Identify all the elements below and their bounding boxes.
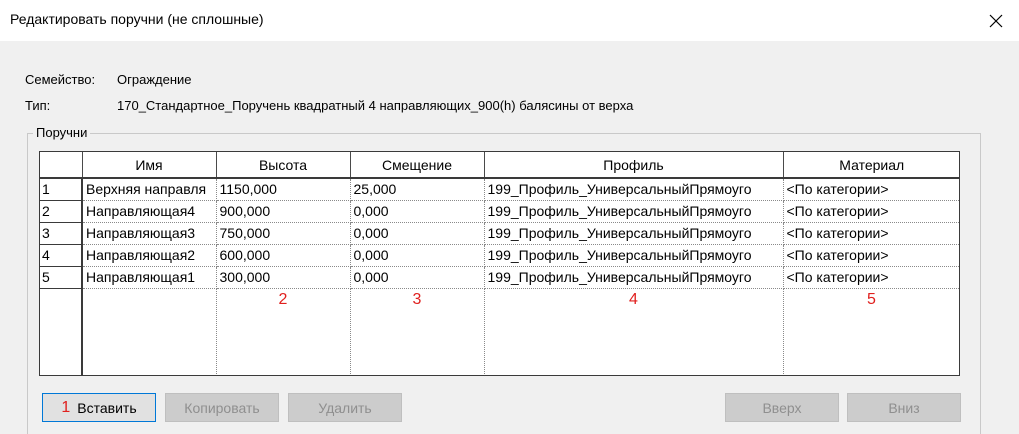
delete-button[interactable]: Удалить <box>288 393 402 422</box>
family-value: Ограждение <box>117 72 192 87</box>
cell-profile[interactable]: 199_Профиль_УниверсальныйПрямоуго <box>484 266 784 289</box>
type-label: Тип: <box>25 98 51 113</box>
column-header-height[interactable]: Высота <box>216 152 351 179</box>
column-header-name[interactable]: Имя <box>82 152 217 179</box>
table-row[interactable]: 5 Направляющая1 300,000 0,000 199_Профил… <box>40 266 959 289</box>
cell-empty <box>82 288 217 375</box>
row-number-header[interactable] <box>40 152 83 179</box>
cell-offset[interactable]: 0,000 <box>350 266 485 289</box>
row-number[interactable]: 2 <box>40 200 83 223</box>
close-button[interactable] <box>973 0 1019 41</box>
insert-button[interactable]: 1 Вставить <box>42 393 156 422</box>
cell-height[interactable]: 750,000 <box>216 222 351 245</box>
cell-offset[interactable]: 0,000 <box>350 200 485 223</box>
cell-material[interactable]: <По категории> <box>783 178 959 201</box>
railings-grid[interactable]: Имя Высота Смещение Профиль Материал 1 В… <box>39 151 960 376</box>
move-up-button[interactable]: Вверх <box>725 393 839 422</box>
annotation-marker: 1 <box>61 398 71 416</box>
cell-name[interactable]: Направляющая1 <box>82 266 217 289</box>
cell-profile[interactable]: 199_Профиль_УниверсальныйПрямоуго <box>484 222 784 245</box>
window-title: Редактировать поручни (не сплошные) <box>10 11 264 27</box>
insert-button-label: Вставить <box>77 399 137 416</box>
cell-name[interactable]: Верхняя направля <box>82 178 217 201</box>
cell-offset[interactable]: 0,000 <box>350 222 485 245</box>
column-header-profile[interactable]: Профиль <box>484 152 784 179</box>
type-value: 170_Стандартное_Поручень квадратный 4 на… <box>117 98 634 113</box>
cell-empty: 5 <box>783 288 959 375</box>
cell-empty: 3 <box>350 288 485 375</box>
cell-material[interactable]: <По категории> <box>783 244 959 267</box>
table-row[interactable]: 4 Направляющая2 600,000 0,000 199_Профил… <box>40 244 959 267</box>
empty-row-area[interactable]: 2 3 4 5 <box>40 288 959 375</box>
row-number[interactable]: 5 <box>40 266 83 289</box>
annotation-marker: 2 <box>278 290 288 308</box>
copy-button[interactable]: Копировать <box>165 393 279 422</box>
family-label: Семейство: <box>25 72 96 87</box>
cell-name[interactable]: Направляющая4 <box>82 200 217 223</box>
row-number[interactable]: 3 <box>40 222 83 245</box>
cell-offset[interactable]: 25,000 <box>350 178 485 201</box>
annotation-marker: 3 <box>412 290 422 308</box>
cell-offset[interactable]: 0,000 <box>350 244 485 267</box>
cell-name[interactable]: Направляющая3 <box>82 222 217 245</box>
row-number[interactable]: 4 <box>40 244 83 267</box>
close-icon <box>989 14 1003 27</box>
railings-table: Имя Высота Смещение Профиль Материал 1 В… <box>40 152 959 375</box>
move-down-button[interactable]: Вниз <box>847 393 961 422</box>
title-bar: Редактировать поручни (не сплошные) <box>0 0 1019 41</box>
annotation-marker: 5 <box>867 290 876 308</box>
table-row[interactable]: 1 Верхняя направля 1150,000 25,000 199_П… <box>40 178 959 201</box>
cell-height[interactable]: 900,000 <box>216 200 351 223</box>
cell-material[interactable]: <По категории> <box>783 222 959 245</box>
cell-empty: 4 <box>484 288 784 375</box>
column-header-material[interactable]: Материал <box>783 152 959 179</box>
cell-height[interactable]: 1150,000 <box>216 178 351 201</box>
header-row: Имя Высота Смещение Профиль Материал <box>40 152 959 179</box>
annotation-marker: 4 <box>629 290 638 308</box>
cell-profile[interactable]: 199_Профиль_УниверсальныйПрямоуго <box>484 244 784 267</box>
table-row[interactable]: 2 Направляющая4 900,000 0,000 199_Профил… <box>40 200 959 223</box>
cell-height[interactable]: 600,000 <box>216 244 351 267</box>
column-header-offset[interactable]: Смещение <box>350 152 485 179</box>
row-number[interactable]: 1 <box>40 178 83 201</box>
cell-material[interactable]: <По категории> <box>783 266 959 289</box>
cell-name[interactable]: Направляющая2 <box>82 244 217 267</box>
cell-height[interactable]: 300,000 <box>216 266 351 289</box>
row-number-empty <box>40 288 83 375</box>
table-row[interactable]: 3 Направляющая3 750,000 0,000 199_Профил… <box>40 222 959 245</box>
cell-profile[interactable]: 199_Профиль_УниверсальныйПрямоуго <box>484 200 784 223</box>
cell-empty: 2 <box>216 288 351 375</box>
cell-profile[interactable]: 199_Профиль_УниверсальныйПрямоуго <box>484 178 784 201</box>
railings-group-legend: Поручни <box>33 125 91 140</box>
cell-material[interactable]: <По категории> <box>783 200 959 223</box>
